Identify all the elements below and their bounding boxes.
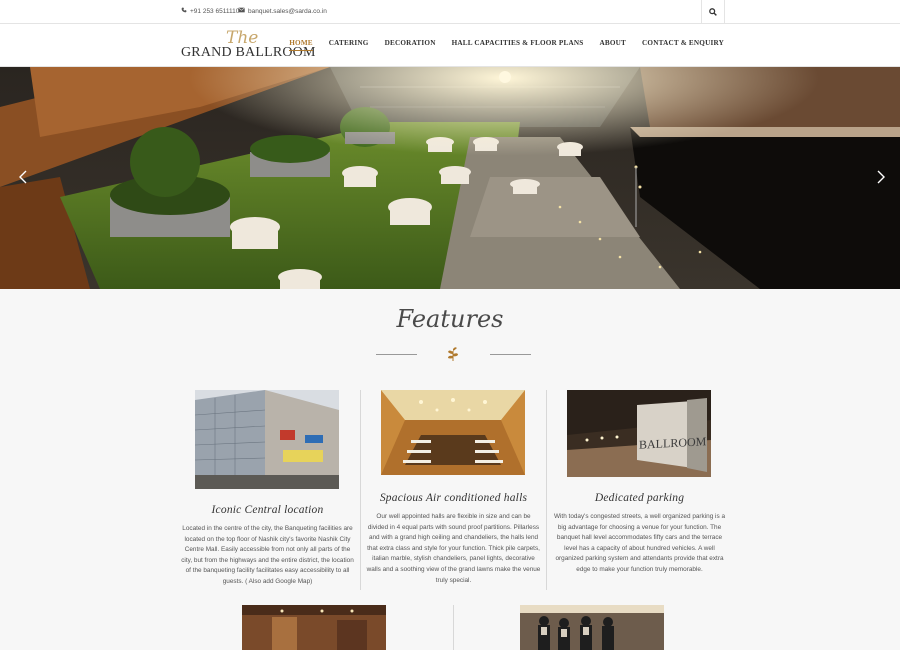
feature-description: With today's congested streets, a well o… — [553, 513, 725, 573]
feature-title: Spacious Air conditioned halls — [379, 492, 528, 504]
column-divider — [360, 390, 361, 590]
ballroom-sign-photo: BALLROOM — [567, 390, 711, 477]
nav-home[interactable]: HOME — [289, 39, 313, 51]
hall-photo — [381, 390, 525, 475]
staff-photo — [520, 605, 664, 650]
nav-catering[interactable]: CATERING — [329, 39, 369, 47]
search-button[interactable] — [701, 0, 725, 24]
slider-next-button[interactable] — [874, 167, 888, 187]
phone-contact[interactable]: +91 253 6511110 — [181, 7, 239, 15]
slider-prev-button[interactable] — [16, 167, 30, 187]
main-nav: HOME CATERING DECORATION HALL CAPACITIES… — [289, 39, 724, 51]
feature-title: Iconic Central location — [211, 504, 324, 516]
top-bar: +91 253 6511110 banquet.sales@sarda.co.i… — [0, 0, 900, 24]
nav-about[interactable]: ABOUT — [599, 39, 626, 47]
chevron-left-icon — [19, 170, 27, 184]
features-divider — [376, 346, 531, 364]
feature-card-location: Iconic Central location Located in the c… — [180, 390, 355, 590]
divider-line-right — [490, 354, 531, 355]
feature-description: Our well appointed halls are flexible in… — [366, 513, 541, 584]
hero-image — [0, 67, 900, 289]
column-divider — [453, 605, 454, 650]
interior-photo — [242, 605, 386, 650]
feature-card-interior — [242, 605, 386, 650]
feature-card-staff — [520, 605, 664, 650]
nav-contact[interactable]: CONTACT & ENQUIRY — [642, 39, 724, 47]
site-header: The GRAND BALLROOM HOME CATERING DECORAT… — [0, 24, 900, 67]
logo-wordmark: GRAND BALLROOM — [181, 45, 316, 60]
grand-ballroom-logo[interactable]: The GRAND BALLROOM — [181, 28, 315, 64]
feature-description: Located in the centre of the city, the B… — [181, 525, 354, 585]
envelope-icon — [238, 7, 245, 15]
nav-decoration[interactable]: DECORATION — [385, 39, 436, 47]
column-divider — [546, 390, 547, 590]
leaf-icon — [446, 346, 460, 367]
phone-number: +91 253 6511110 — [190, 7, 240, 15]
chevron-right-icon — [877, 170, 885, 184]
search-icon — [709, 3, 717, 21]
email-address: banquet.sales@sarda.co.in — [248, 7, 327, 15]
divider-line-left — [376, 354, 417, 355]
nav-hall-capacities[interactable]: HALL CAPACITIES & FLOOR PLANS — [452, 39, 584, 47]
hero-slider — [0, 67, 900, 289]
feature-card-halls: Spacious Air conditioned halls Our well … — [366, 390, 541, 590]
features-heading: Features — [396, 305, 504, 333]
phone-icon — [181, 7, 187, 15]
feature-card-parking: BALLROOM Dedicated parking With today's … — [552, 390, 727, 590]
email-contact[interactable]: banquet.sales@sarda.co.in — [238, 7, 327, 15]
mall-photo — [195, 390, 339, 489]
feature-title: Dedicated parking — [594, 492, 685, 504]
